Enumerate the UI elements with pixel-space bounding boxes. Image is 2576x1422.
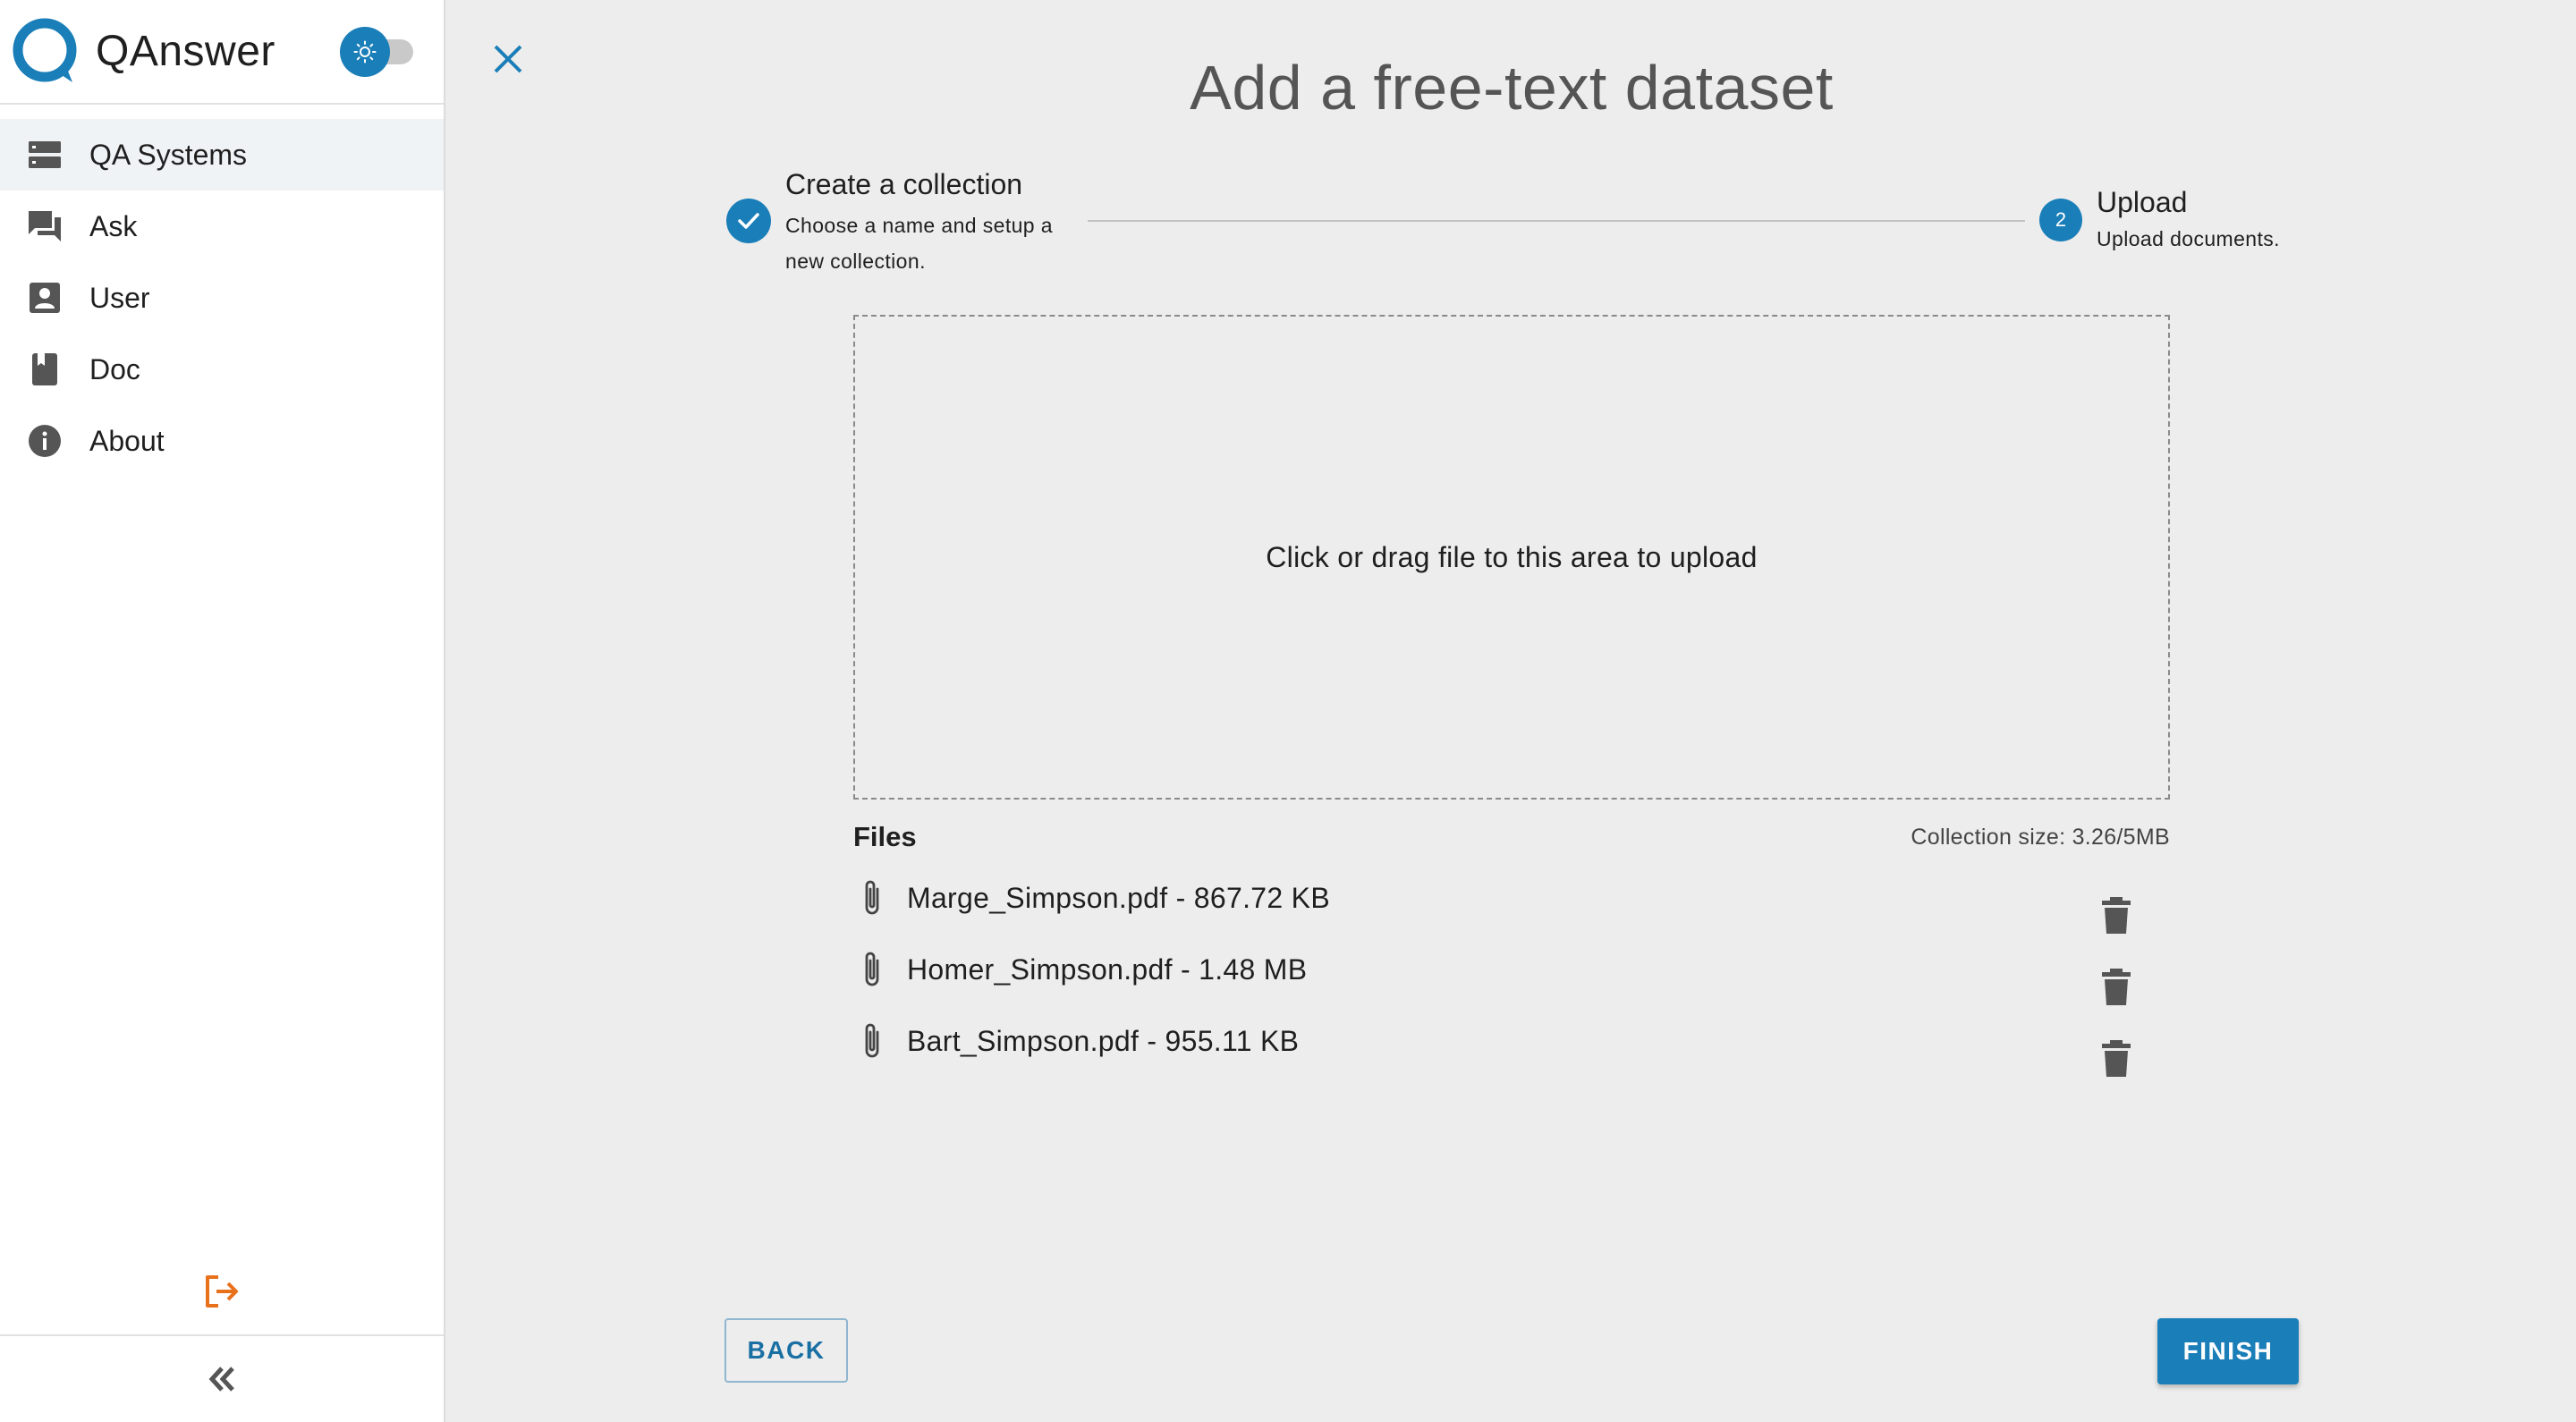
sidebar-item-label: QA Systems <box>89 139 248 171</box>
paperclip-icon <box>865 1023 879 1058</box>
trash-icon <box>2102 1040 2131 1077</box>
double-chevron-left-icon <box>208 1367 234 1392</box>
brand-header: QAnswer <box>0 0 444 105</box>
step-2-indicator: 2 <box>2039 199 2082 241</box>
app-name: QAnswer <box>96 28 275 75</box>
check-icon <box>738 213 759 229</box>
step-2-title: Upload <box>2097 186 2188 218</box>
server-icon <box>29 141 61 168</box>
file-row: Homer_Simpson.pdf - 1.48 MB <box>853 935 2170 1007</box>
file-row: Marge_Simpson.pdf - 867.72 KB <box>853 864 2170 935</box>
logout-icon <box>206 1275 238 1308</box>
sidebar-item-label: Ask <box>89 210 138 242</box>
sidebar-item-user[interactable]: User <box>0 262 444 334</box>
sidebar-footer <box>0 1334 444 1422</box>
user-icon <box>30 283 60 313</box>
paperclip-icon <box>865 880 879 915</box>
book-icon <box>32 353 57 385</box>
paperclip-icon <box>865 952 879 986</box>
theme-toggle[interactable] <box>340 27 417 77</box>
delete-file-button[interactable] <box>2097 894 2136 937</box>
step-2-description: Upload documents. <box>2097 227 2280 250</box>
trash-icon <box>2102 897 2131 934</box>
sidebar-item-about[interactable]: About <box>0 405 444 477</box>
finish-button[interactable]: FINISH <box>2157 1318 2299 1384</box>
step-1-description: Choose a name and setup a new collection… <box>785 214 1053 273</box>
page-title: Add a free-text dataset <box>1190 53 1834 123</box>
sidebar-item-label: About <box>89 425 165 457</box>
sidebar-item-label: Doc <box>89 353 140 385</box>
delete-file-button[interactable] <box>2097 1037 2136 1080</box>
file-name: Marge_Simpson.pdf - 867.72 KB <box>907 882 1330 914</box>
sidebar-item-qa-systems[interactable]: QA Systems <box>0 119 444 190</box>
sidebar: QAnswer QA Systems Ask User Doc About <box>0 0 445 1422</box>
file-row: Bart_Simpson.pdf - 955.11 KB <box>853 1007 2170 1079</box>
file-list: Marge_Simpson.pdf - 867.72 KB Homer_Simp… <box>853 864 2170 1079</box>
collapse-sidebar-button[interactable] <box>204 1361 240 1397</box>
info-icon <box>29 425 61 457</box>
files-heading: Files <box>853 821 917 852</box>
sidebar-nav: QA Systems Ask User Doc About <box>0 119 444 477</box>
toggle-thumb <box>340 27 390 77</box>
sidebar-item-label: User <box>89 282 150 314</box>
upload-dropzone[interactable]: Click or drag file to this area to uploa… <box>853 315 2170 800</box>
file-name: Homer_Simpson.pdf - 1.48 MB <box>907 953 1308 986</box>
sidebar-item-doc[interactable]: Doc <box>0 334 444 405</box>
stepper-connector <box>1088 220 2025 222</box>
step-1-complete-indicator <box>726 199 771 243</box>
delete-file-button[interactable] <box>2097 966 2136 1009</box>
sun-icon <box>353 40 377 63</box>
file-name: Bart_Simpson.pdf - 955.11 KB <box>907 1025 1300 1057</box>
qanswer-logo <box>13 18 77 82</box>
logout-button[interactable] <box>200 1270 243 1313</box>
dropzone-text: Click or drag file to this area to uploa… <box>1266 540 1758 573</box>
sidebar-item-ask[interactable]: Ask <box>0 190 444 262</box>
collection-size: Collection size: 3.26/5MB <box>1911 825 2170 850</box>
chat-icon <box>29 211 61 241</box>
back-button[interactable]: BACK <box>724 1318 848 1383</box>
trash-icon <box>2102 969 2131 1005</box>
step-1-title: Create a collection <box>785 168 1023 200</box>
